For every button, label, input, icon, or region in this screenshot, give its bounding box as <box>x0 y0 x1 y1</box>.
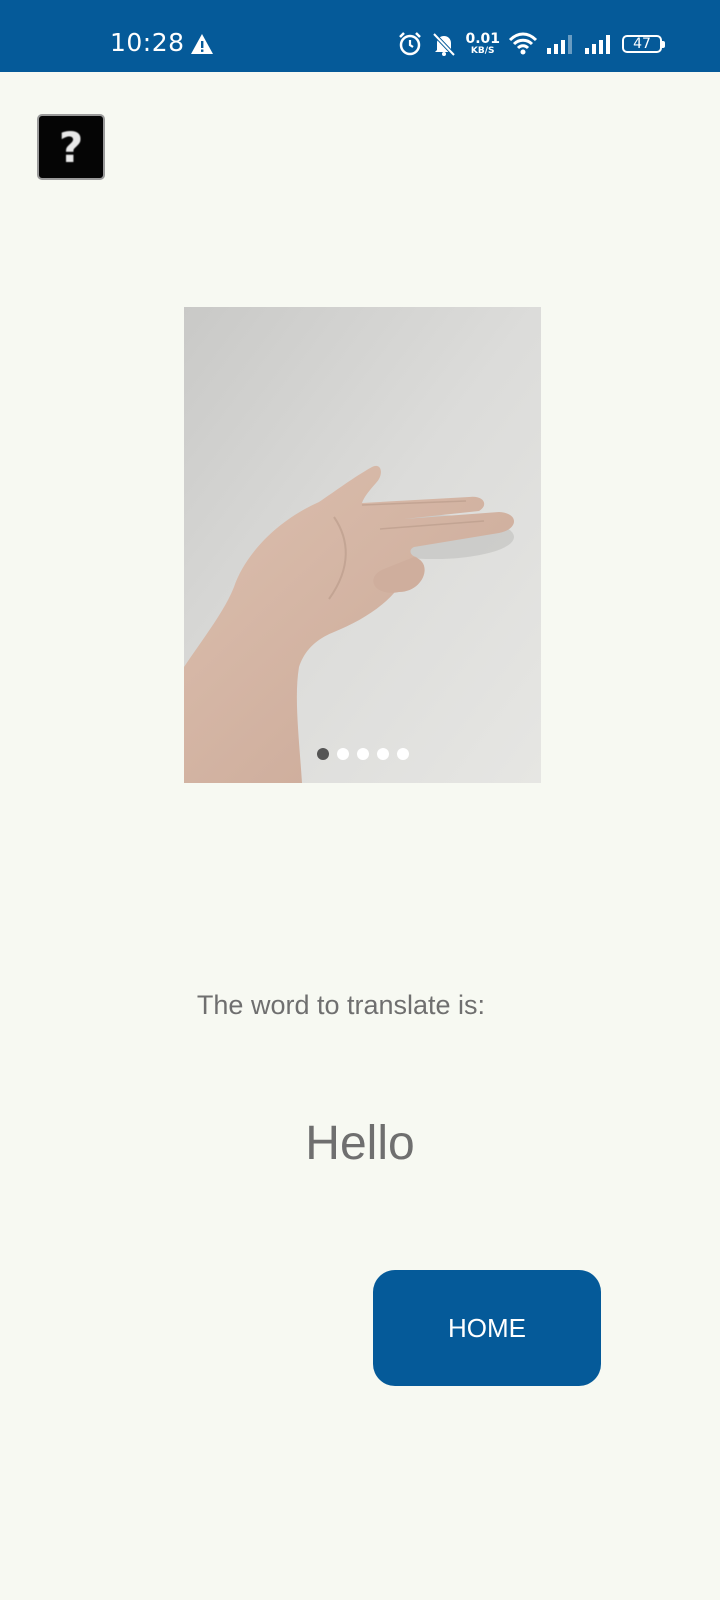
carousel-dot[interactable] <box>316 748 329 760</box>
help-button[interactable]: ? <box>37 114 105 180</box>
carousel-dot[interactable] <box>356 748 369 760</box>
battery-level: 47 <box>633 36 651 52</box>
wifi-icon <box>508 32 538 55</box>
sign-image-carousel[interactable] <box>184 307 541 783</box>
signal-icon <box>547 35 572 54</box>
hand-sign-image <box>184 307 541 783</box>
status-bar: 10:28 0.01 KB/S 47 <box>0 0 720 72</box>
carousel-indicator <box>184 748 541 760</box>
home-button-label: HOME <box>448 1312 526 1343</box>
carousel-dot[interactable] <box>336 748 349 760</box>
carousel-dot[interactable] <box>396 748 409 760</box>
network-speed-unit: KB/S <box>470 46 495 56</box>
word-to-translate: Hello <box>305 1117 415 1170</box>
bell-muted-icon <box>433 32 456 57</box>
network-speed: 0.01 KB/S <box>465 32 500 56</box>
translate-prompt: The word to translate is: <box>196 990 486 1020</box>
signal-icon <box>585 35 610 54</box>
status-icons: 0.01 KB/S 47 <box>397 30 665 58</box>
battery-icon: 47 <box>622 35 665 53</box>
network-speed-value: 0.01 <box>465 31 500 47</box>
carousel-dot[interactable] <box>376 748 389 760</box>
alarm-icon <box>399 32 422 56</box>
status-time: 10:28 <box>110 28 185 57</box>
home-button[interactable]: HOME <box>373 1270 601 1386</box>
warning-icon <box>191 34 213 54</box>
help-question-icon: ? <box>58 122 84 172</box>
